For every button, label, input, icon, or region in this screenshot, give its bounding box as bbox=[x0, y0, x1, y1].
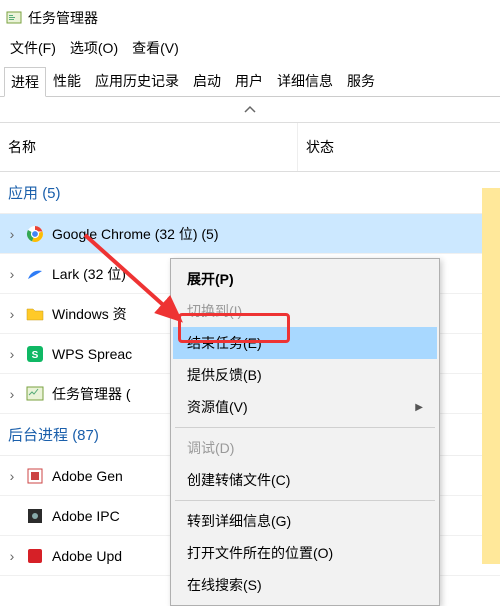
menu-resource-label: 资源值(V) bbox=[187, 397, 248, 417]
wps-icon: S bbox=[26, 345, 44, 363]
menu-separator bbox=[175, 500, 435, 501]
menu-switch-to: 切换到(I) bbox=[173, 295, 437, 327]
menu-expand[interactable]: 展开(P) bbox=[173, 263, 437, 295]
chevron-right-icon[interactable]: › bbox=[6, 386, 18, 402]
chrome-icon bbox=[26, 225, 44, 243]
chevron-right-icon: ▶ bbox=[415, 402, 423, 413]
titlebar: 任务管理器 bbox=[0, 0, 500, 32]
lark-icon bbox=[26, 265, 44, 283]
row-label: Google Chrome (32 位) (5) bbox=[52, 224, 494, 244]
chevron-right-icon[interactable]: › bbox=[6, 346, 18, 362]
tab-users[interactable]: 用户 bbox=[228, 66, 270, 96]
adobe-upd-icon bbox=[26, 547, 44, 565]
menu-dump[interactable]: 创建转储文件(C) bbox=[173, 464, 437, 496]
chevron-right-icon[interactable]: › bbox=[6, 548, 18, 564]
menu-search-online[interactable]: 在线搜索(S) bbox=[173, 569, 437, 601]
taskmgr-icon bbox=[26, 385, 44, 403]
adobe-icon bbox=[26, 467, 44, 485]
menu-open-location[interactable]: 打开文件所在的位置(O) bbox=[173, 537, 437, 569]
tabbar: 进程 性能 应用历史记录 启动 用户 详细信息 服务 bbox=[0, 66, 500, 97]
heat-strip bbox=[482, 188, 500, 564]
row-chrome[interactable]: › Google Chrome (32 位) (5) bbox=[0, 214, 500, 254]
svg-text:S: S bbox=[32, 350, 39, 361]
section-apps-label: 应用 bbox=[8, 185, 38, 202]
chevron-right-icon[interactable]: › bbox=[6, 226, 18, 242]
folder-icon bbox=[26, 305, 44, 323]
menu-debug: 调试(D) bbox=[173, 432, 437, 464]
tab-processes[interactable]: 进程 bbox=[4, 67, 46, 97]
tab-history[interactable]: 应用历史记录 bbox=[88, 66, 186, 96]
tab-details[interactable]: 详细信息 bbox=[270, 66, 340, 96]
tab-startup[interactable]: 启动 bbox=[186, 66, 228, 96]
menu-feedback[interactable]: 提供反馈(B) bbox=[173, 359, 437, 391]
menu-options[interactable]: 选项(O) bbox=[70, 38, 118, 58]
tab-services[interactable]: 服务 bbox=[340, 66, 382, 96]
taskmgr-icon bbox=[6, 10, 22, 26]
column-status-header[interactable]: 状态 bbox=[298, 123, 500, 171]
chevron-right-icon[interactable]: › bbox=[6, 468, 18, 484]
menu-view[interactable]: 查看(V) bbox=[132, 38, 179, 58]
menu-resource[interactable]: 资源值(V) ▶ bbox=[173, 391, 437, 423]
section-background-count: (87) bbox=[72, 427, 99, 444]
menubar: 文件(F) 选项(O) 查看(V) bbox=[0, 32, 500, 66]
section-apps: 应用 (5) bbox=[0, 172, 500, 214]
menu-expand-label: 展开(P) bbox=[187, 269, 234, 289]
chevron-right-icon[interactable]: › bbox=[6, 266, 18, 282]
menu-file[interactable]: 文件(F) bbox=[10, 38, 56, 58]
menu-separator bbox=[175, 427, 435, 428]
adobe-ipc-icon bbox=[26, 507, 44, 525]
context-menu: 展开(P) 切换到(I) 结束任务(E) 提供反馈(B) 资源值(V) ▶ 调试… bbox=[170, 258, 440, 606]
window-title: 任务管理器 bbox=[28, 8, 98, 28]
chevron-up-icon bbox=[243, 102, 257, 118]
menu-end-task[interactable]: 结束任务(E) bbox=[173, 327, 437, 359]
section-background-label: 后台进程 bbox=[8, 427, 68, 444]
column-name-header[interactable]: 名称 bbox=[0, 123, 298, 171]
section-apps-count: (5) bbox=[42, 185, 60, 202]
column-headers: 名称 状态 bbox=[0, 123, 500, 172]
chevron-right-icon[interactable]: › bbox=[6, 306, 18, 322]
collapse-row[interactable] bbox=[0, 97, 500, 123]
tab-performance[interactable]: 性能 bbox=[46, 66, 88, 96]
menu-goto-details[interactable]: 转到详细信息(G) bbox=[173, 505, 437, 537]
